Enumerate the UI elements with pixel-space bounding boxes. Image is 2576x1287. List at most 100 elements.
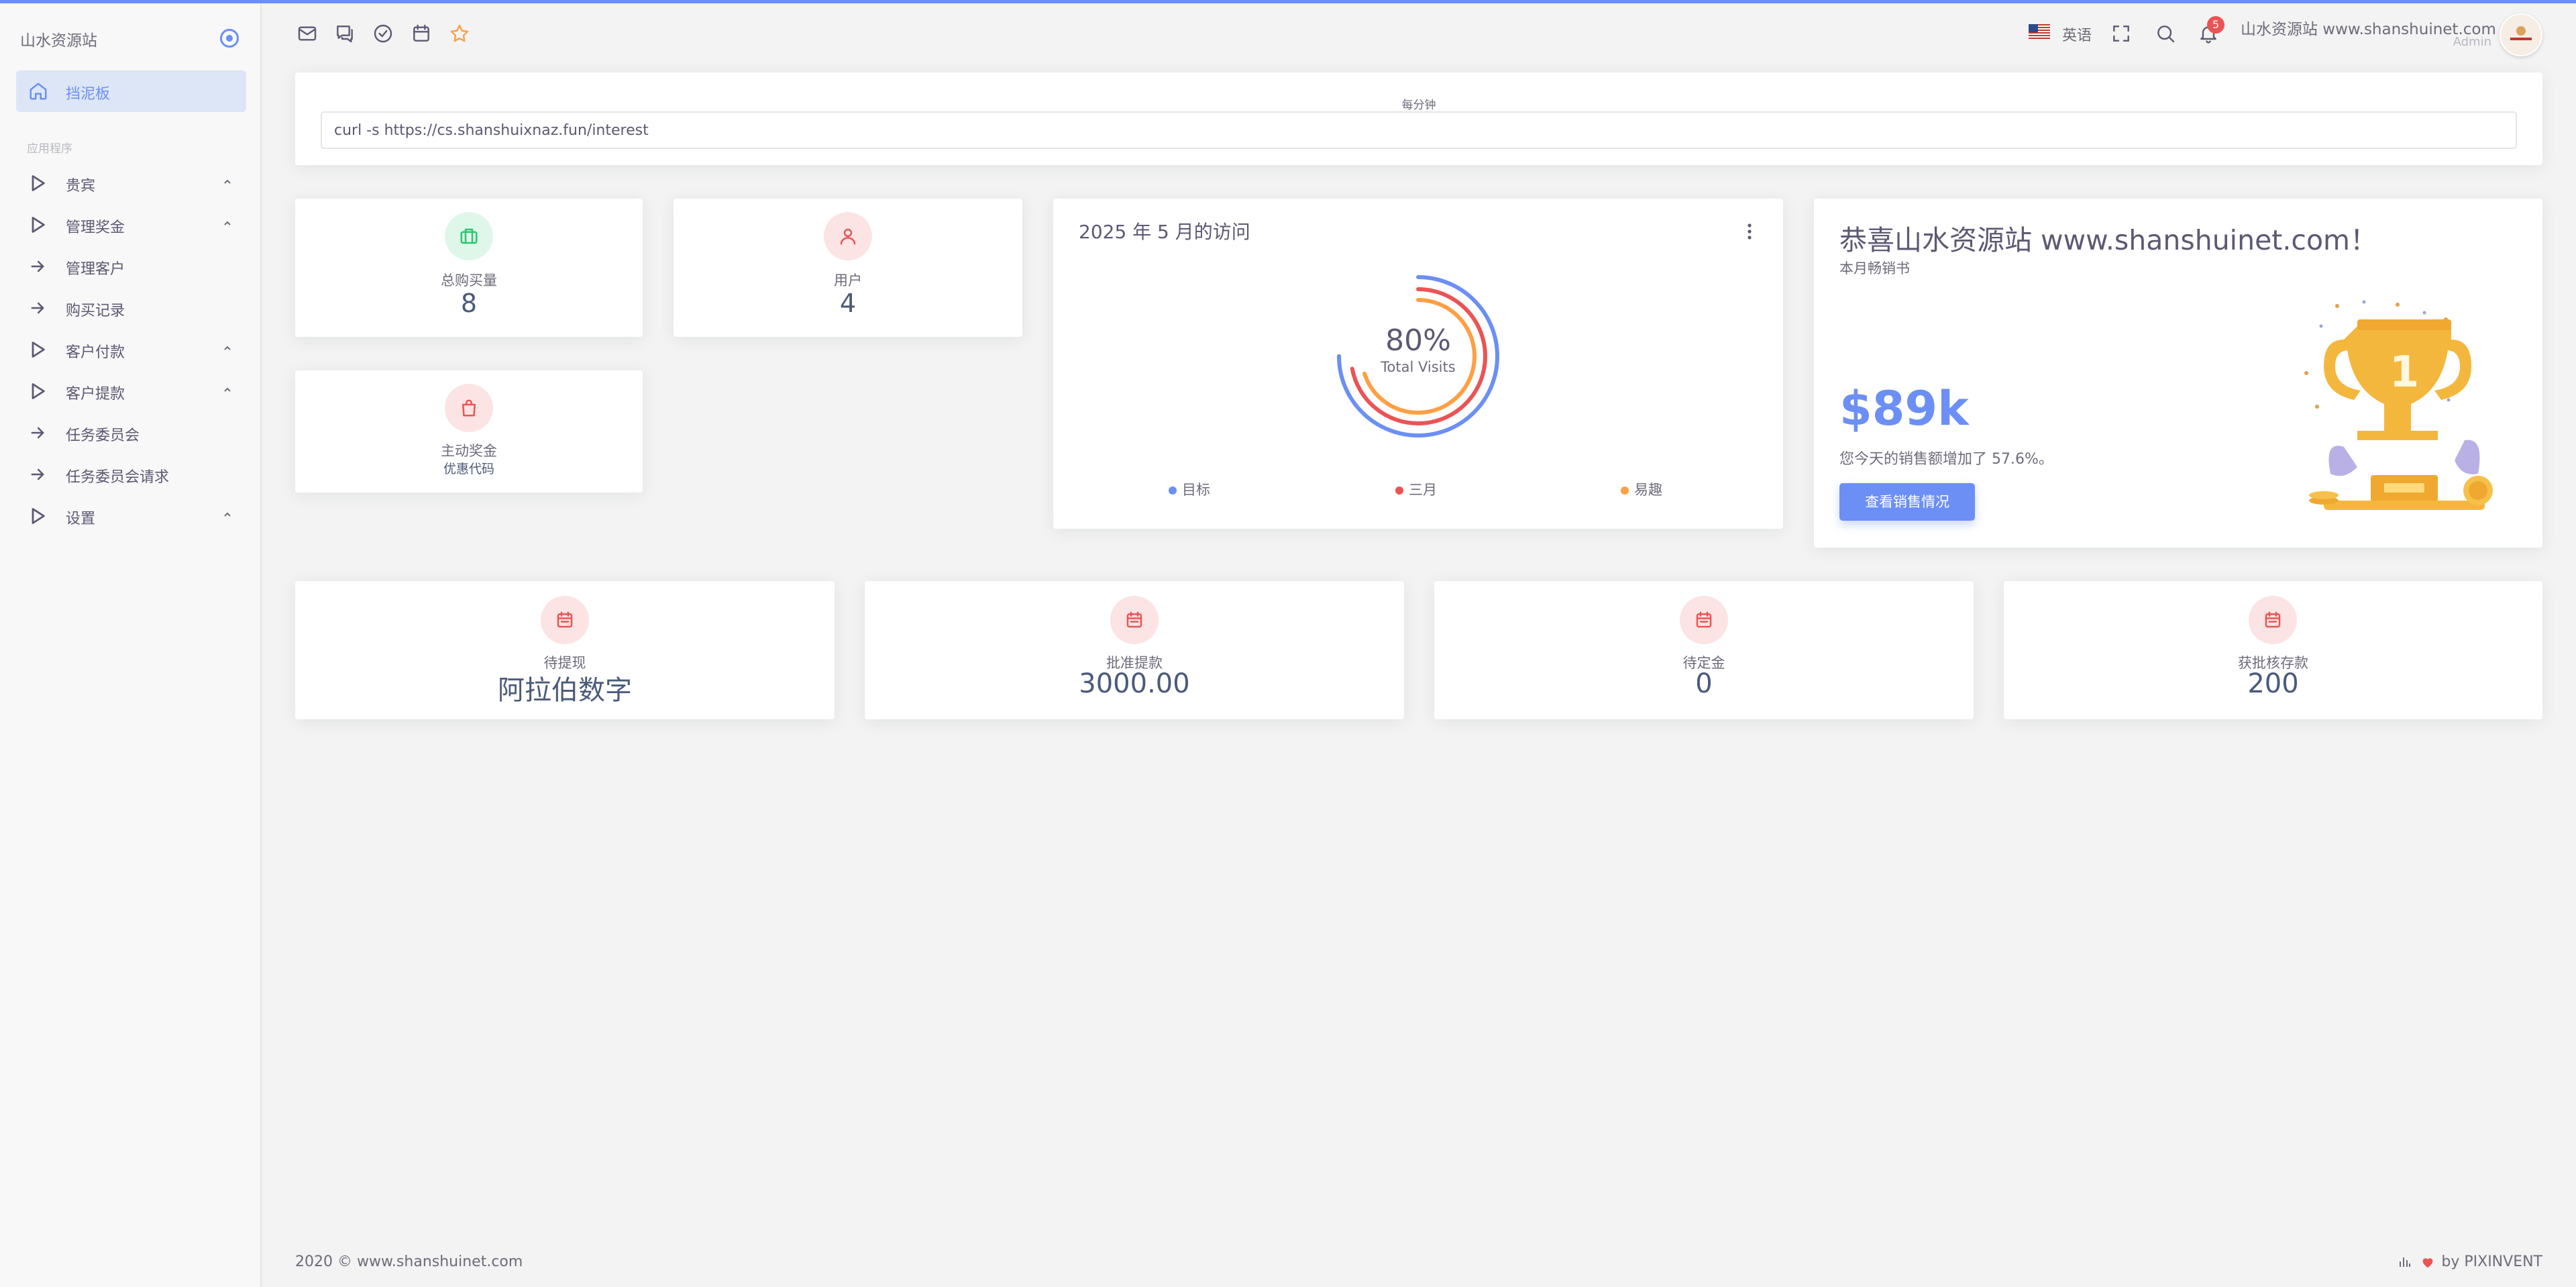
footer-copyright: 2020 © www.shanshuinet.com	[295, 1253, 523, 1270]
calendar-icon	[541, 596, 589, 644]
congrats-subtitle: 本月畅销书	[1839, 260, 1910, 276]
visits-card: 2025 年 5 月的访问 80% Total Visits 目标 三月 易趣	[1053, 199, 1783, 529]
legend-label: 目标	[1182, 482, 1210, 498]
stat-card-approved-deposit: 获批核存款 200	[2004, 581, 2542, 719]
play-icon	[32, 175, 45, 191]
sidebar-item-label: 管理客户	[66, 261, 125, 278]
sidebar-item-label: 任务委员会	[66, 427, 140, 444]
legend-item-ebay: 易趣	[1621, 479, 1662, 499]
search-icon[interactable]	[2155, 23, 2176, 44]
cron-command-field[interactable]: curl -s https://cs.shanshuixnaz.fun/inte…	[321, 111, 2517, 149]
notification-badge: 5	[2207, 16, 2224, 34]
sidebar-item-task-committee-requests[interactable]: 任务委员会请求	[16, 457, 246, 491]
trophy-rank: 1	[2390, 348, 2420, 397]
stat-card-total-purchases: 总购买量 8	[295, 199, 643, 337]
sidebar-item-customer-payments[interactable]: 客户付款	[16, 332, 246, 366]
legend-dot	[1395, 486, 1403, 495]
legend-label: 易趣	[1634, 482, 1662, 498]
sidebar-item-label: 设置	[66, 511, 96, 527]
chevron-up-icon	[224, 346, 231, 350]
visits-center: 80% Total Visits	[1351, 323, 1485, 375]
calendar-icon[interactable]	[411, 23, 432, 44]
cron-card: 每分钟 curl -s https://cs.shanshuixnaz.fun/…	[295, 72, 2542, 165]
stat-value: 3000.00	[1079, 668, 1190, 699]
visits-title: 2025 年 5 月的访问	[1079, 221, 1250, 243]
arrow-right-icon	[31, 427, 44, 439]
sidebar-item-label: 购买记录	[66, 303, 125, 319]
mail-icon[interactable]	[297, 23, 318, 44]
bag-icon	[445, 384, 493, 432]
sidebar-item-manage-customers[interactable]: 管理客户	[16, 249, 246, 282]
stat-card-active-bonus: 主动奖金 优惠代码	[295, 370, 643, 493]
home-icon	[30, 83, 47, 100]
stat-value: 阿拉伯数字	[498, 675, 632, 706]
visits-center-label: Total Visits	[1381, 359, 1456, 375]
sidebar-item-vip[interactable]: 贵宾	[16, 166, 246, 199]
stat-card-users: 用户 4	[674, 199, 1022, 337]
stat-value: 4	[839, 289, 857, 318]
sidebar: 山水资源站 挡泥板 应用程序 贵宾 管理奖金 管理客户 购买记录 客户付款 客户…	[0, 3, 262, 1287]
sidebar-item-label: 管理奖金	[66, 219, 125, 236]
us-flag-icon[interactable]	[2029, 24, 2050, 39]
language-selector[interactable]: 英语	[2062, 23, 2092, 45]
stat-label: 主动奖金	[441, 443, 497, 459]
trophy-icon: 1	[2304, 300, 2493, 510]
check-circle-icon[interactable]	[372, 23, 394, 44]
stat-label: 用户	[834, 272, 862, 289]
legend-dot	[1169, 486, 1177, 495]
sidebar-item-customer-withdrawals[interactable]: 客户提款	[16, 374, 246, 407]
sidebar-item-manage-bonus[interactable]: 管理奖金	[16, 207, 246, 241]
sidebar-item-label: 挡泥板	[66, 86, 111, 103]
briefcase-icon	[445, 212, 493, 260]
sidebar-item-dashboard[interactable]: 挡泥板	[16, 70, 246, 112]
congrats-description: 您今天的销售额增加了 57.6%。	[1839, 451, 2053, 468]
stat-card-approved-withdrawal: 批准提款 3000.00	[865, 581, 1404, 719]
congrats-card: 恭喜山水资源站 www.shanshuinet.com！ 本月畅销书 $89k …	[1814, 199, 2542, 548]
heart-icon	[2423, 1258, 2433, 1268]
congrats-amount: $89k	[1839, 381, 1969, 436]
more-vertical-icon[interactable]	[1747, 223, 1752, 240]
brand-name[interactable]: 山水资源站	[20, 28, 97, 50]
fullscreen-icon[interactable]	[2110, 23, 2132, 44]
legend-item-target: 目标	[1169, 479, 1210, 499]
sidebar-item-settings[interactable]: 设置	[16, 499, 246, 532]
sidebar-item-label: 客户付款	[66, 344, 125, 361]
top-accent-line	[0, 0, 2576, 3]
sidebar-item-label: 贵宾	[66, 178, 96, 195]
play-icon	[32, 383, 45, 399]
congrats-title: 恭喜山水资源站 www.shanshuinet.com！	[1839, 224, 2377, 256]
user-role: Admin	[2453, 35, 2491, 49]
sidebar-item-task-committee[interactable]: 任务委员会	[16, 415, 246, 449]
play-icon	[32, 217, 45, 233]
arrow-right-icon	[31, 260, 44, 272]
chevron-up-icon	[224, 512, 231, 517]
sidebar-item-purchase-records[interactable]: 购买记录	[16, 291, 246, 324]
user-icon	[824, 212, 872, 260]
chevron-up-icon	[224, 179, 231, 184]
star-icon[interactable]	[449, 23, 470, 44]
calendar-icon	[1680, 596, 1728, 644]
footer-credit-text: by PIXINVENT	[2441, 1253, 2542, 1270]
visits-center-value: 80%	[1385, 323, 1451, 358]
sidebar-toggle-icon[interactable]	[220, 29, 239, 48]
avatar[interactable]	[2500, 13, 2542, 56]
footer-credit: by PIXINVENT	[2398, 1253, 2542, 1270]
view-sales-button[interactable]: 查看销售情况	[1839, 483, 1975, 521]
stat-value: 200	[2247, 668, 2299, 699]
stat-label: 总购买量	[441, 272, 497, 289]
sidebar-item-label: 任务委员会请求	[66, 469, 170, 486]
play-icon	[32, 342, 45, 358]
arrow-right-icon	[31, 302, 44, 314]
chevron-up-icon	[224, 221, 231, 225]
chat-icon[interactable]	[334, 23, 356, 44]
play-icon	[32, 508, 45, 524]
stat-card-pending-withdrawal: 待提现 阿拉伯数字	[295, 581, 835, 719]
legend-item-march: 三月	[1395, 479, 1437, 499]
legend-dot	[1621, 486, 1629, 495]
arrow-right-icon	[31, 468, 44, 480]
calendar-icon	[2249, 596, 2297, 644]
stat-value: 优惠代码	[443, 462, 494, 476]
stat-value: 8	[460, 289, 478, 318]
sidebar-section-label: 应用程序	[27, 142, 72, 156]
sidebar-item-label: 客户提款	[66, 386, 125, 403]
